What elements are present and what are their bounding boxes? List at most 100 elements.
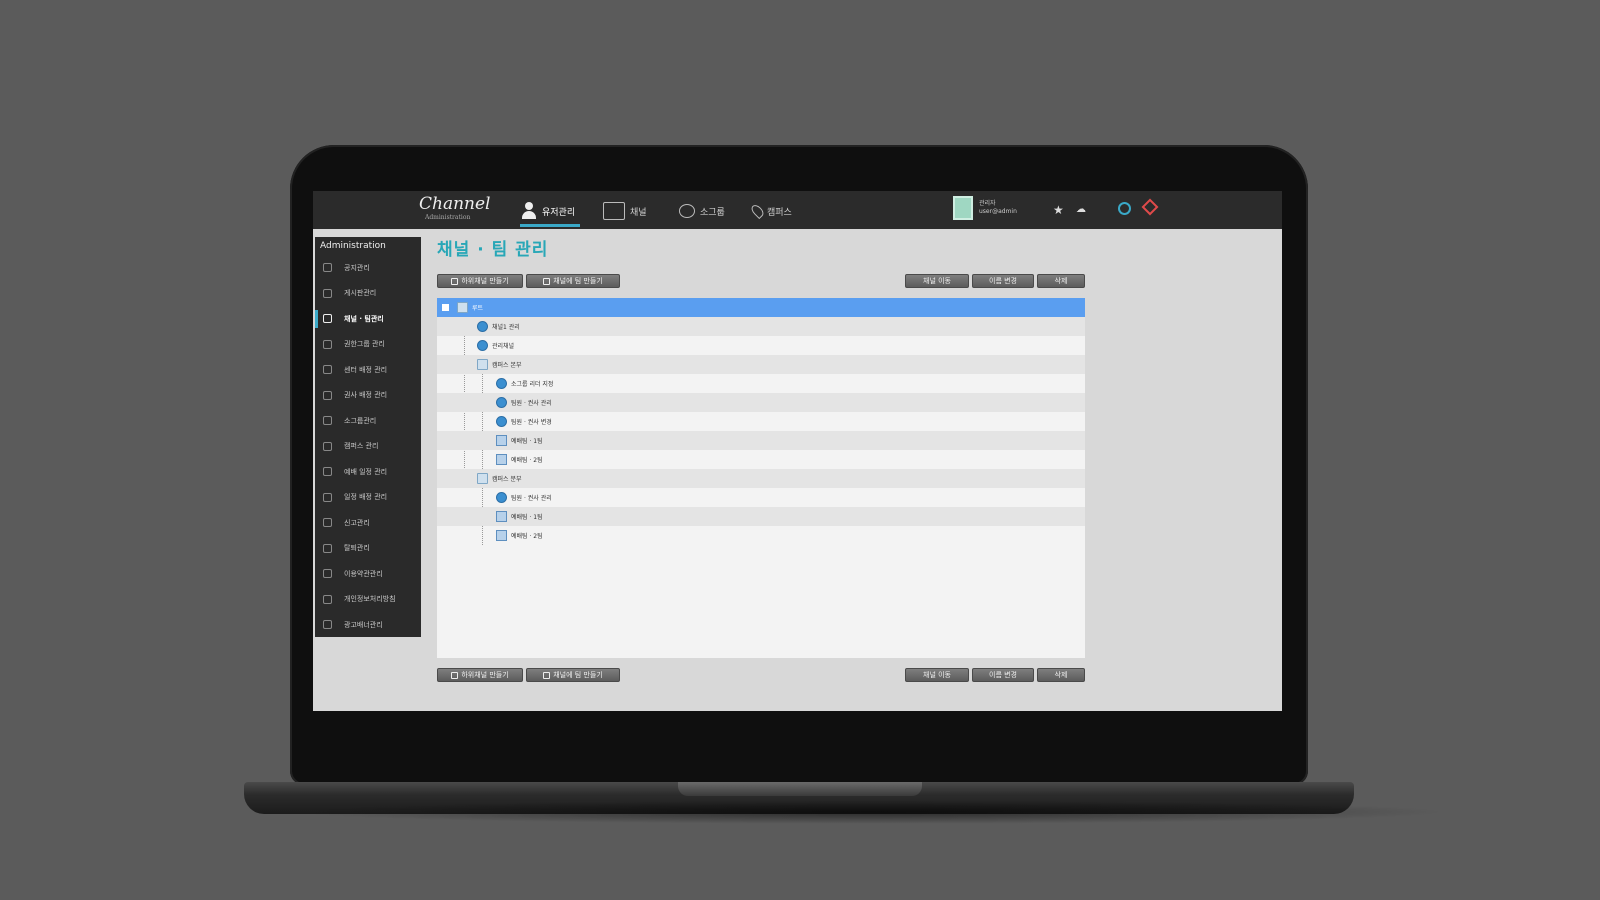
- logo-text: Channel: [419, 194, 491, 214]
- rename-button[interactable]: 이름 변경: [972, 274, 1034, 288]
- button-label: 채널에 팀 만들기: [553, 671, 603, 679]
- tree-row[interactable]: 캠퍼스 분부: [437, 469, 1085, 488]
- create-team-button-bottom[interactable]: 채널에 팀 만들기: [526, 668, 620, 682]
- tree-row[interactable]: 채널1 관리: [437, 317, 1085, 336]
- cloud-icon[interactable]: ☁: [1076, 204, 1086, 215]
- warning-icon: [323, 518, 332, 528]
- button-label: 삭제: [1054, 671, 1068, 679]
- nav-tab-campus[interactable]: 캠퍼스: [749, 199, 792, 223]
- create-team-button[interactable]: 채널에 팀 만들기: [526, 274, 620, 288]
- delete-button[interactable]: 삭제: [1037, 274, 1085, 288]
- nav-tab-smallgroup[interactable]: 소그룹: [679, 199, 725, 223]
- sidebar-item-deacon-assign[interactable]: 권사 배정 관리: [315, 383, 421, 409]
- sidebar-item-center-assign[interactable]: 센터 배정 관리: [315, 357, 421, 383]
- image-icon: [323, 620, 332, 630]
- tree-row[interactable]: 루트: [437, 298, 1085, 317]
- team-icon: [543, 277, 551, 285]
- laptop-shadow: [290, 800, 1450, 824]
- user-icon: [521, 202, 537, 220]
- sidebar-item-report[interactable]: 신고관리: [315, 510, 421, 536]
- board-icon: [323, 288, 332, 298]
- sidebar-item-channel-team[interactable]: 채널 · 팀관리: [315, 306, 421, 332]
- tree-row[interactable]: 예배팀 · 1팀: [437, 507, 1085, 526]
- sidebar-item-label: 신고관리: [344, 518, 370, 527]
- building-icon: [323, 365, 332, 375]
- tree-row-label: 채널1 관리: [492, 324, 520, 331]
- checkbox[interactable]: [442, 304, 449, 311]
- channel-icon: [477, 321, 488, 332]
- tree-row[interactable]: 팀원 · 권사 관리: [437, 393, 1085, 412]
- user-info: 관리자 user@admin: [979, 200, 1017, 216]
- nav-tab-user-management[interactable]: 유저관리: [521, 199, 575, 223]
- create-subchannel-button-bottom[interactable]: 하위채널 만들기: [437, 668, 523, 682]
- laptop-screen: Channel Administration 유저관리 채널 소그룹 캠퍼스 관…: [313, 191, 1282, 725]
- sidebar-item-campus[interactable]: 캠퍼스 관리: [315, 434, 421, 460]
- power-icon[interactable]: [1118, 202, 1131, 215]
- delete-button-bottom[interactable]: 삭제: [1037, 668, 1085, 682]
- sidebar-item-withdrawal[interactable]: 탈퇴관리: [315, 536, 421, 562]
- folder-icon: [477, 473, 488, 484]
- exit-icon: [323, 543, 332, 553]
- tree-row[interactable]: 예배팀 · 2팀: [437, 450, 1085, 469]
- sidebar-item-board[interactable]: 게시판관리: [315, 281, 421, 307]
- chat-icon: [679, 204, 695, 218]
- team-icon: [496, 454, 507, 465]
- move-channel-button[interactable]: 채널 이동: [905, 274, 969, 288]
- tree-row[interactable]: 팀원 · 권사 관리: [437, 488, 1085, 507]
- sidebar-title: Administration: [320, 241, 386, 251]
- tree-row[interactable]: 예배팀 · 1팀: [437, 431, 1085, 450]
- sidebar: Administration 공지관리 게시판관리 채널 · 팀관리 권한그룹 …: [315, 237, 421, 637]
- sidebar-item-terms[interactable]: 이용약관관리: [315, 561, 421, 587]
- star-icon[interactable]: ★: [1053, 203, 1064, 217]
- rename-button-bottom[interactable]: 이름 변경: [972, 668, 1034, 682]
- sidebar-item-schedule-assign[interactable]: 일정 배정 관리: [315, 485, 421, 511]
- create-subchannel-button[interactable]: 하위채널 만들기: [437, 274, 523, 288]
- sidebar-item-label: 예배 일정 관리: [344, 467, 388, 476]
- sidebar-item-permission-group[interactable]: 권한그룹 관리: [315, 332, 421, 358]
- calendar-icon: [323, 467, 332, 477]
- avatar: [953, 196, 973, 220]
- app-logo[interactable]: Channel Administration: [419, 194, 491, 221]
- tree-row[interactable]: 소그룹 리더 지정: [437, 374, 1085, 393]
- team-icon: [496, 435, 507, 446]
- sidebar-item-smallgroup[interactable]: 소그룹관리: [315, 408, 421, 434]
- nav-tab-channel[interactable]: 채널: [603, 199, 647, 223]
- button-label: 채널 이동: [923, 277, 951, 285]
- sidebar-item-label: 게시판관리: [344, 289, 377, 298]
- channel-icon: [477, 340, 488, 351]
- button-label: 채널에 팀 만들기: [553, 277, 603, 285]
- tree-row-label: 팀원 · 권사 관리: [511, 400, 552, 407]
- sidebar-item-privacy[interactable]: 개인정보처리방침: [315, 587, 421, 613]
- tree-row[interactable]: 캠퍼스 본부: [437, 355, 1085, 374]
- nav-tab-label: 소그룹: [700, 207, 725, 218]
- page-title: 채널 · 팀 관리: [437, 240, 549, 260]
- sidebar-item-label: 캠퍼스 관리: [344, 442, 379, 451]
- tree-row[interactable]: 관리채널: [437, 336, 1085, 355]
- user-name: 관리자: [979, 200, 996, 207]
- button-label: 채널 이동: [923, 671, 951, 679]
- laptop-notch: [678, 782, 922, 796]
- tree-row[interactable]: 팀원 · 권사 변경: [437, 412, 1085, 431]
- tree-row-label: 관리채널: [492, 343, 515, 350]
- tree-row[interactable]: 예배팀 · 2팀: [437, 526, 1085, 545]
- channel-icon: [496, 492, 507, 503]
- channel-icon: [496, 378, 507, 389]
- nav-tab-label: 유저관리: [542, 207, 576, 218]
- sidebar-item-notice[interactable]: 공지관리: [315, 255, 421, 281]
- alert-icon[interactable]: [1141, 198, 1159, 216]
- sidebar-item-worship-schedule[interactable]: 예배 일정 관리: [315, 459, 421, 485]
- move-channel-button-bottom[interactable]: 채널 이동: [905, 668, 969, 682]
- team-icon: [496, 530, 507, 541]
- sidebar-item-label: 소그룹관리: [344, 416, 377, 425]
- user-profile[interactable]: 관리자 user@admin: [953, 196, 1017, 220]
- user-icon: [323, 314, 332, 324]
- sidebar-item-label: 일정 배정 관리: [344, 493, 388, 502]
- sidebar-item-banner[interactable]: 광고배너관리: [315, 612, 421, 638]
- tree-row-label: 예배팀 · 1팀: [511, 438, 543, 445]
- nav-tab-label: 캠퍼스: [767, 207, 792, 218]
- add-icon: [451, 277, 459, 285]
- tree-row-label: 예배팀 · 2팀: [511, 457, 543, 464]
- tree-row-label: 예배팀 · 2팀: [511, 533, 543, 540]
- sidebar-item-label: 권사 배정 관리: [344, 391, 388, 400]
- tree-row-label: 캠퍼스 분부: [492, 476, 522, 483]
